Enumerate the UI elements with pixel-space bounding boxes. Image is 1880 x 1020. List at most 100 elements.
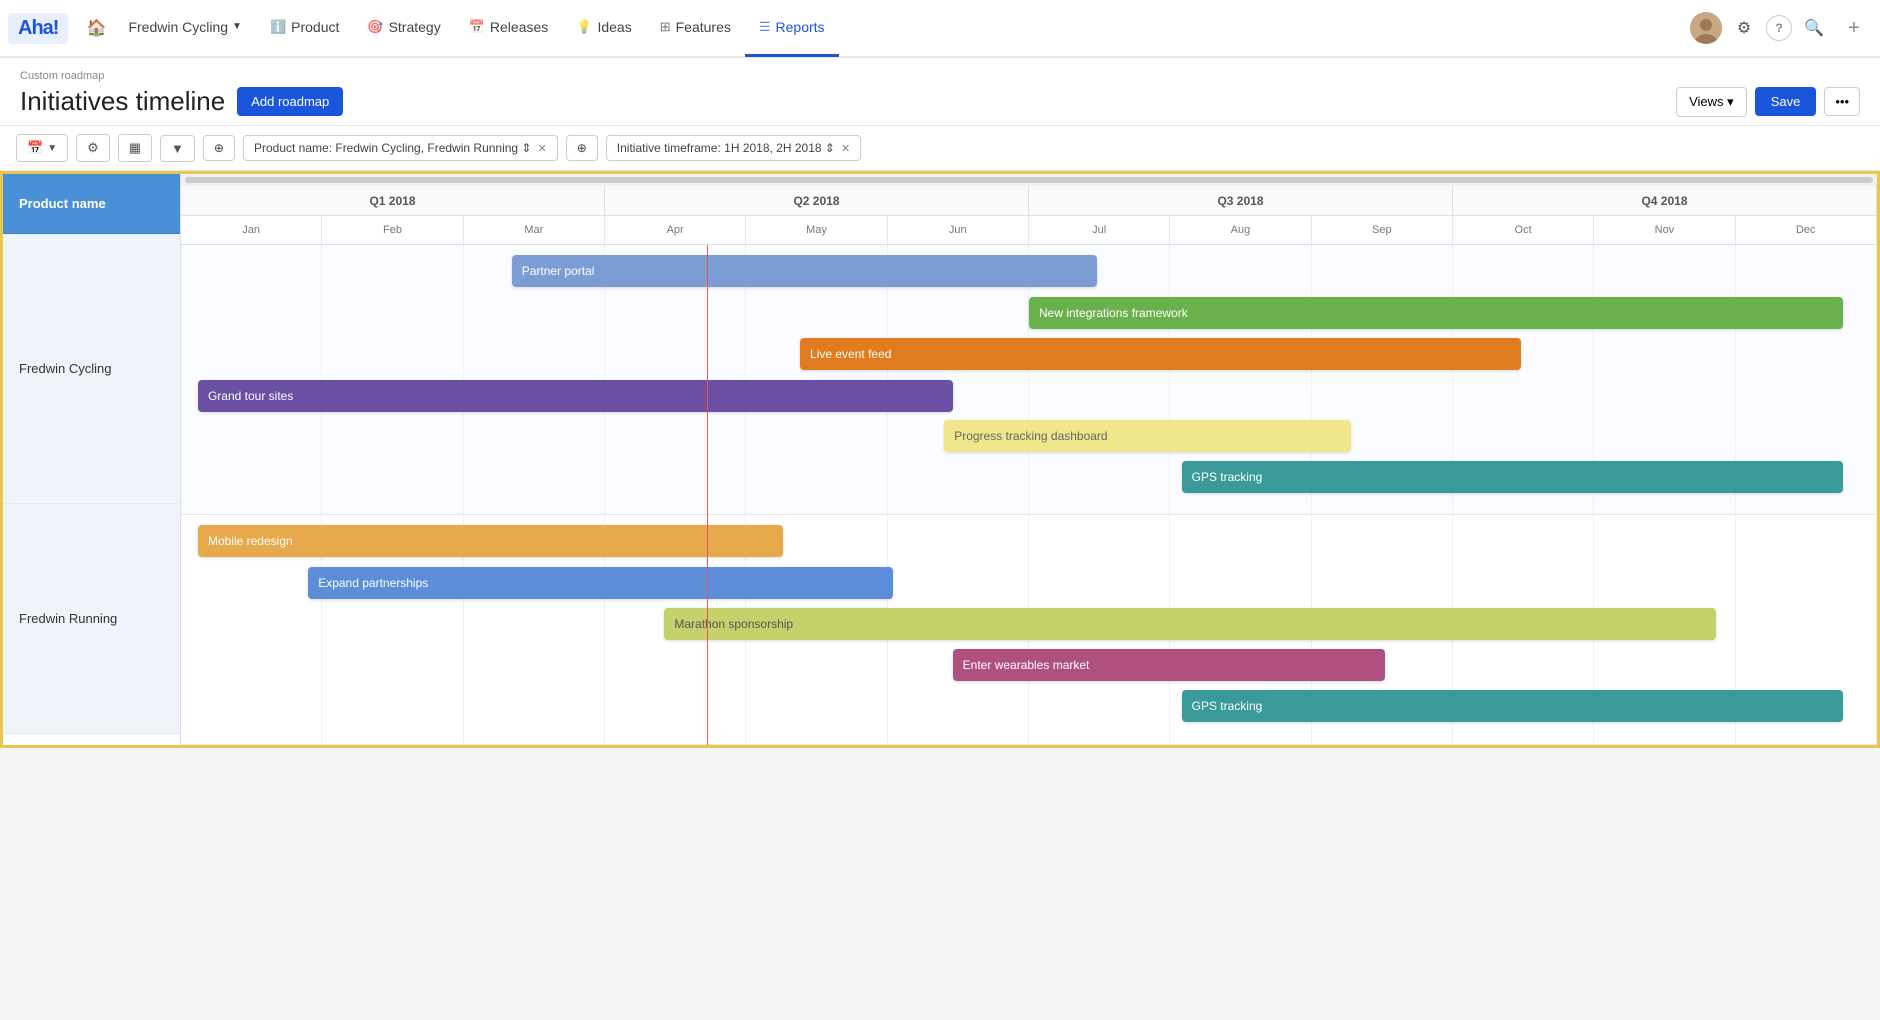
month-jun: Jun bbox=[888, 216, 1029, 244]
add-filter-button[interactable]: ⊕ bbox=[203, 135, 235, 161]
quarter-q4: Q4 2018 bbox=[1453, 186, 1877, 215]
timeframe-filter-remove-icon[interactable]: ✕ bbox=[841, 142, 850, 155]
gantt-bar-gps-tracking-cycling[interactable]: GPS tracking bbox=[1182, 461, 1843, 493]
breadcrumb: Custom roadmap bbox=[20, 70, 1860, 82]
gantt-row-label-running: Fredwin Running bbox=[3, 504, 180, 734]
nav-item-reports[interactable]: ☰ Reports bbox=[745, 0, 839, 57]
month-mar: Mar bbox=[464, 216, 605, 244]
gantt-row-cycling: Partner portal New integrations framework… bbox=[181, 245, 1877, 515]
nav-label-ideas: Ideas bbox=[597, 19, 631, 35]
month-may: May bbox=[746, 216, 887, 244]
strategy-icon: 🎯 bbox=[367, 19, 383, 35]
timeframe-add-icon-symbol: ⊕ bbox=[577, 141, 587, 155]
avatar[interactable] bbox=[1690, 12, 1722, 44]
page-title: Initiatives timeline bbox=[20, 86, 225, 117]
top-navigation: Aha! 🏠 Fredwin Cycling ▼ ℹ️ Product 🎯 St… bbox=[0, 0, 1880, 58]
gantt-body: Partner portal New integrations framework… bbox=[181, 245, 1877, 745]
gantt-bar-grand-tour-sites[interactable]: Grand tour sites bbox=[198, 380, 953, 412]
timeframe-add-icon[interactable]: ⊕ bbox=[566, 135, 598, 161]
grid-toolbar-button[interactable]: ▦ bbox=[118, 134, 152, 162]
calendar-view-button[interactable]: 📅 ▼ bbox=[16, 134, 68, 162]
gantt-bar-marathon-sponsorship[interactable]: Marathon sponsorship bbox=[664, 608, 1716, 640]
nav-item-product[interactable]: ℹ️ Product bbox=[256, 0, 353, 57]
grid-icon: ⊞ bbox=[660, 19, 671, 35]
scroll-thumb bbox=[185, 177, 1873, 183]
save-button[interactable]: Save bbox=[1755, 87, 1817, 116]
gantt-bar-live-event-feed[interactable]: Live event feed bbox=[800, 338, 1521, 370]
reports-icon: ☰ bbox=[759, 19, 771, 35]
more-options-button[interactable]: ••• bbox=[1824, 87, 1860, 116]
nav-right-icons: ⚙ ? 🔍 + bbox=[1690, 10, 1872, 46]
gantt-bar-partner-portal[interactable]: Partner portal bbox=[512, 255, 1097, 287]
chevron-down-icon: ▼ bbox=[232, 21, 242, 32]
nav-item-ideas[interactable]: 💡 Ideas bbox=[562, 0, 645, 57]
grid-toolbar-icon: ▦ bbox=[129, 140, 141, 156]
gantt-bar-expand-partnerships[interactable]: Expand partnerships bbox=[308, 567, 893, 599]
month-oct: Oct bbox=[1453, 216, 1594, 244]
filter-icon: ▼ bbox=[171, 141, 184, 156]
nav-label-fredwin: Fredwin Cycling bbox=[128, 19, 228, 35]
lightbulb-icon: 💡 bbox=[576, 19, 592, 35]
gantt-column-header: Product name bbox=[3, 174, 180, 234]
gantt-bar-new-integrations[interactable]: New integrations framework bbox=[1029, 297, 1843, 329]
nav-label-product: Product bbox=[291, 19, 339, 35]
product-filter[interactable]: Product name: Fredwin Cycling, Fredwin R… bbox=[243, 135, 558, 161]
month-jan: Jan bbox=[181, 216, 322, 244]
views-label: Views ▾ bbox=[1689, 94, 1734, 110]
search-nav-button[interactable]: 🔍 bbox=[1796, 10, 1832, 46]
nav-item-features[interactable]: ⊞ Features bbox=[646, 0, 745, 57]
quarter-row: Q1 2018 Q2 2018 Q3 2018 Q4 2018 bbox=[181, 186, 1877, 216]
help-nav-button[interactable]: ? bbox=[1766, 15, 1792, 41]
cycling-label: Fredwin Cycling bbox=[19, 361, 111, 376]
month-aug: Aug bbox=[1170, 216, 1311, 244]
running-label: Fredwin Running bbox=[19, 611, 117, 626]
nav-item-fredwin[interactable]: Fredwin Cycling ▼ bbox=[114, 0, 256, 57]
home-nav-button[interactable]: 🏠 bbox=[78, 10, 114, 46]
gantt-column-header-label: Product name bbox=[19, 196, 106, 211]
product-filter-label: Product name: Fredwin Cycling, Fredwin R… bbox=[254, 141, 532, 155]
quarter-q2: Q2 2018 bbox=[605, 186, 1029, 215]
gantt-bar-progress-tracking[interactable]: Progress tracking dashboard bbox=[944, 420, 1351, 452]
toolbar: 📅 ▼ ⚙ ▦ ▼ ⊕ Product name: Fredwin Cyclin… bbox=[0, 126, 1880, 171]
nav-item-releases[interactable]: 📅 Releases bbox=[455, 0, 563, 57]
gantt-row-running: Mobile redesign Expand partnerships Marath… bbox=[181, 515, 1877, 745]
filter-toolbar-button[interactable]: ▼ bbox=[160, 135, 195, 162]
nav-item-strategy[interactable]: 🎯 Strategy bbox=[353, 0, 454, 57]
add-filter-icon: ⊕ bbox=[214, 141, 224, 155]
logo[interactable]: Aha! bbox=[8, 13, 68, 44]
header-right: Views ▾ Save ••• bbox=[1676, 87, 1860, 117]
timeframe-filter[interactable]: Initiative timeframe: 1H 2018, 2H 2018 ⇕… bbox=[606, 135, 861, 161]
month-apr: Apr bbox=[605, 216, 746, 244]
add-nav-button[interactable]: + bbox=[1836, 10, 1872, 46]
nav-label-strategy: Strategy bbox=[389, 19, 441, 35]
settings-toolbar-button[interactable]: ⚙ bbox=[76, 134, 110, 162]
page-header: Custom roadmap Initiatives timeline Add … bbox=[0, 58, 1880, 126]
gantt-bar-enter-wearables[interactable]: Enter wearables market bbox=[953, 649, 1385, 681]
gantt-right-area: Q1 2018 Q2 2018 Q3 2018 Q4 2018 JanFebMa… bbox=[181, 174, 1877, 745]
calendar-dropdown-icon: ▼ bbox=[47, 143, 57, 154]
month-nov: Nov bbox=[1594, 216, 1735, 244]
month-feb: Feb bbox=[322, 216, 463, 244]
gantt-left-column: Product name Fredwin Cycling Fredwin Run… bbox=[3, 174, 181, 745]
timeframe-filter-label: Initiative timeframe: 1H 2018, 2H 2018 ⇕ bbox=[617, 141, 835, 155]
scroll-track-top[interactable] bbox=[181, 174, 1877, 186]
settings-nav-button[interactable]: ⚙ bbox=[1726, 10, 1762, 46]
calendar-icon: 📅 bbox=[469, 19, 485, 35]
month-row: JanFebMarAprMayJunJulAugSepOctNovDec bbox=[181, 216, 1877, 244]
title-row: Initiatives timeline Add roadmap Views ▾… bbox=[20, 86, 1860, 117]
nav-label-features: Features bbox=[676, 19, 731, 35]
quarter-q3: Q3 2018 bbox=[1029, 186, 1453, 215]
month-sep: Sep bbox=[1312, 216, 1453, 244]
product-filter-remove-icon[interactable]: ✕ bbox=[538, 142, 547, 155]
gantt-timeline-header: Q1 2018 Q2 2018 Q3 2018 Q4 2018 JanFebMa… bbox=[181, 186, 1877, 245]
calendar-toolbar-icon: 📅 bbox=[27, 140, 43, 156]
views-button[interactable]: Views ▾ bbox=[1676, 87, 1747, 117]
quarter-q1: Q1 2018 bbox=[181, 186, 605, 215]
nav-label-reports: Reports bbox=[776, 19, 825, 35]
settings-toolbar-icon: ⚙ bbox=[87, 140, 99, 156]
gantt-bar-mobile-redesign[interactable]: Mobile redesign bbox=[198, 525, 783, 557]
nav-label-releases: Releases bbox=[490, 19, 548, 35]
add-roadmap-button[interactable]: Add roadmap bbox=[237, 87, 343, 116]
month-jul: Jul bbox=[1029, 216, 1170, 244]
gantt-bar-gps-tracking-running[interactable]: GPS tracking bbox=[1182, 690, 1843, 722]
